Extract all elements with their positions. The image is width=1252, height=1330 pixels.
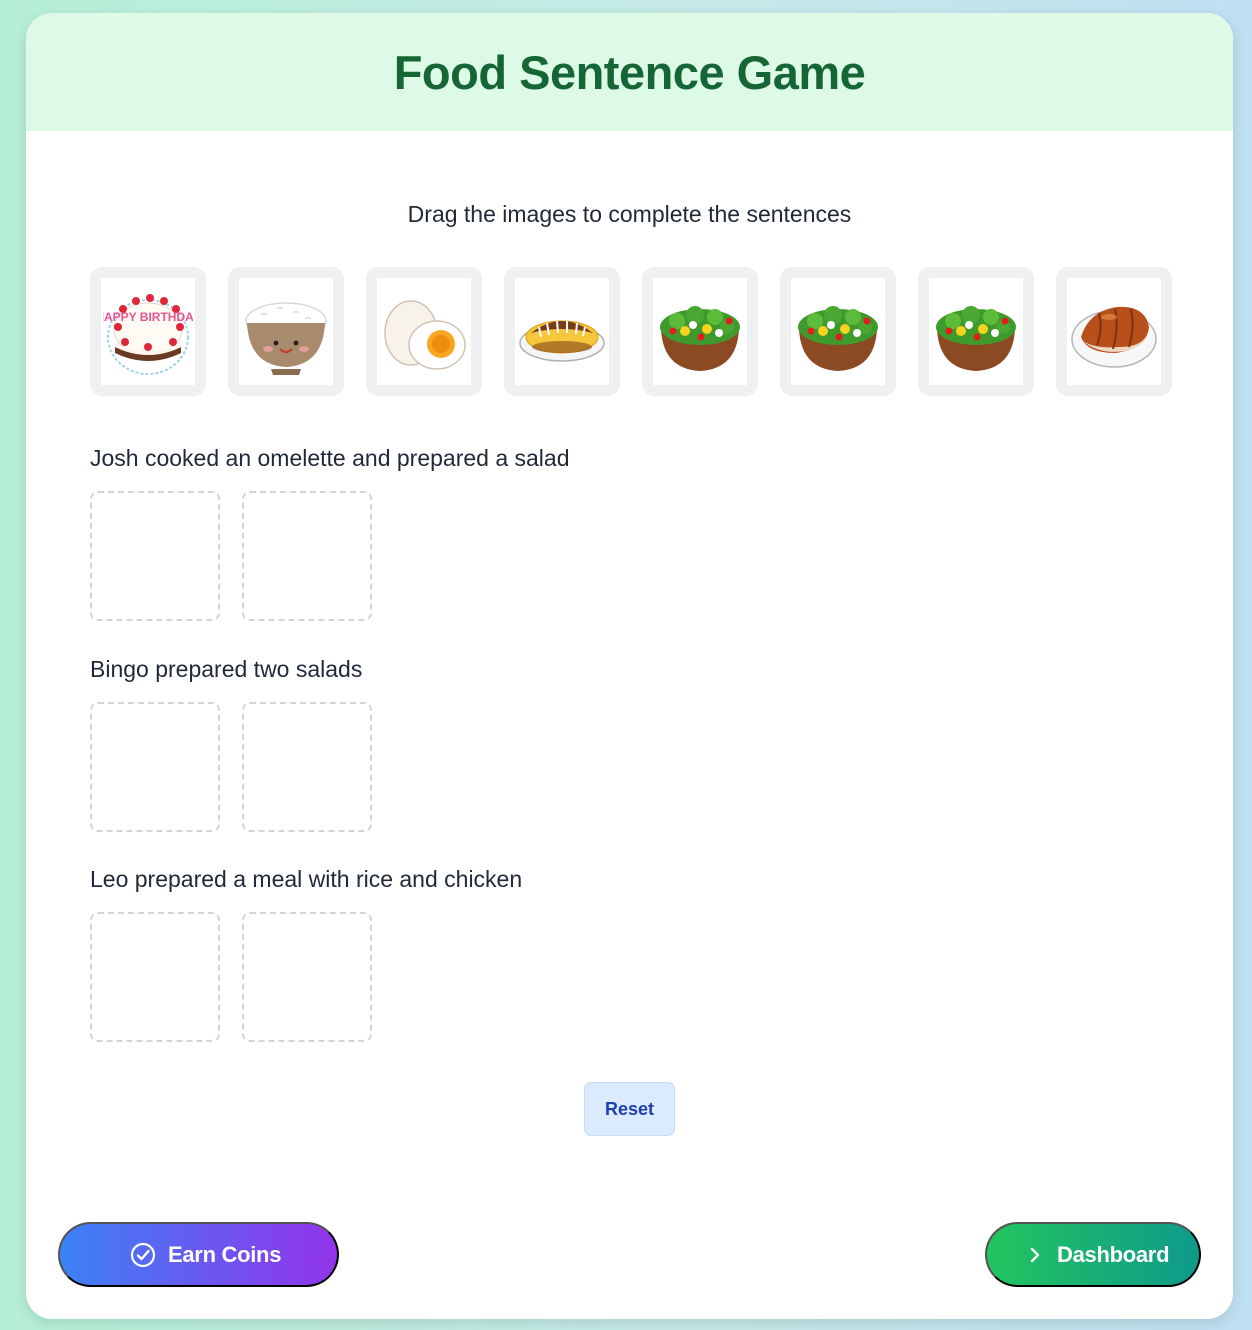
reset-button[interactable]: Reset bbox=[584, 1082, 675, 1136]
drop-slots bbox=[90, 491, 570, 621]
salad-icon bbox=[660, 305, 740, 371]
food-item-birthday-cake[interactable]: HAPPY BIRTHDAY bbox=[90, 267, 206, 396]
food-item-salad[interactable] bbox=[642, 267, 758, 396]
salad-icon bbox=[798, 305, 878, 371]
drop-slot[interactable] bbox=[90, 912, 220, 1042]
sentence-3: Leo prepared a meal with rice and chicke… bbox=[90, 866, 522, 1042]
earn-coins-label: Earn Coins bbox=[168, 1241, 282, 1267]
food-item-boiled-egg[interactable] bbox=[366, 267, 482, 396]
dashboard-label: Dashboard bbox=[1057, 1241, 1170, 1267]
boiled-egg-icon bbox=[384, 299, 466, 370]
cake-caption: HAPPY BIRTHDAY bbox=[103, 310, 193, 324]
omelette-icon bbox=[519, 320, 605, 362]
page-title: Food Sentence Game bbox=[393, 45, 866, 99]
food-item-chicken[interactable] bbox=[1056, 267, 1172, 396]
sentence-2: Bingo prepared two salads bbox=[90, 656, 372, 832]
rice-bowl-icon bbox=[245, 301, 327, 375]
game-card: Food Sentence Game Drag the images to co… bbox=[26, 13, 1233, 1319]
drop-slot[interactable] bbox=[242, 491, 372, 621]
sentence-text: Bingo prepared two salads bbox=[90, 656, 363, 682]
check-circle-icon bbox=[130, 1242, 156, 1268]
drop-slot[interactable] bbox=[90, 702, 220, 832]
food-item-salad[interactable] bbox=[918, 267, 1034, 396]
chicken-icon bbox=[1071, 306, 1157, 368]
birthday-cake-icon: HAPPY BIRTHDAY bbox=[103, 293, 193, 375]
salad-icon bbox=[936, 305, 1016, 371]
earn-coins-button[interactable]: Earn Coins bbox=[58, 1222, 339, 1287]
sentence-text: Leo prepared a meal with rice and chicke… bbox=[90, 866, 523, 892]
drop-slot[interactable] bbox=[242, 702, 372, 832]
header: Food Sentence Game bbox=[26, 13, 1233, 131]
food-item-omelette[interactable] bbox=[504, 267, 620, 396]
drop-slots bbox=[90, 912, 522, 1042]
instructions: Drag the images to complete the sentence… bbox=[407, 201, 852, 227]
food-bank: HAPPY BIRTHDAY bbox=[90, 267, 1172, 396]
drop-slots bbox=[90, 702, 372, 832]
sentence-1: Josh cooked an omelette and prepared a s… bbox=[90, 445, 570, 621]
food-item-salad[interactable] bbox=[780, 267, 896, 396]
chevron-right-icon bbox=[1025, 1245, 1045, 1265]
drop-slot[interactable] bbox=[90, 491, 220, 621]
sentence-text: Josh cooked an omelette and prepared a s… bbox=[90, 445, 570, 471]
drop-slot[interactable] bbox=[242, 912, 372, 1042]
food-item-rice-bowl[interactable] bbox=[228, 267, 344, 396]
dashboard-button[interactable]: Dashboard bbox=[985, 1222, 1201, 1287]
